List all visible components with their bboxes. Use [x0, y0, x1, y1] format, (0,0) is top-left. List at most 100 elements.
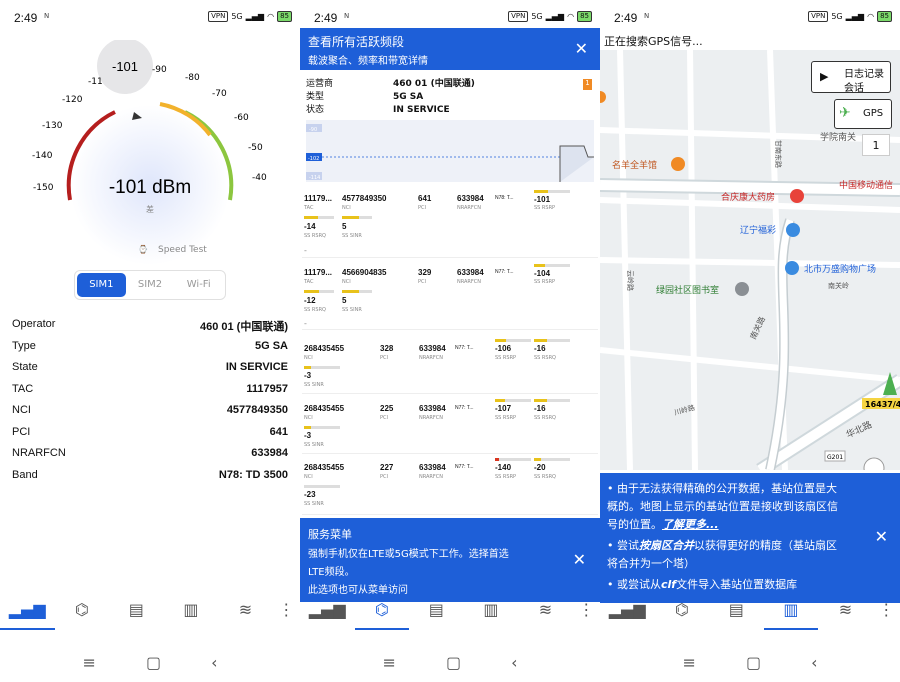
- close-icon[interactable]: ✕: [573, 550, 586, 569]
- info-values: 460 01 (中国联通) 5G SA IN SERVICE: [393, 78, 475, 117]
- lottery-icon[interactable]: [786, 223, 800, 237]
- tab-sim2[interactable]: SIM2: [126, 273, 175, 297]
- speed-test-icon[interactable]: ⌚: [138, 244, 148, 254]
- system-navbar: ≡ ▢ ‹: [300, 642, 600, 682]
- close-icon[interactable]: ✕: [875, 528, 888, 546]
- cell-row[interactable]: 268435455 NCI 225 PCI 633984 NRARFCN N77: T…: [302, 396, 598, 454]
- tower-count[interactable]: 1: [862, 134, 890, 156]
- log-session-button[interactable]: ▶ 日志记录 会话: [811, 61, 891, 94]
- antenna-icon[interactable]: ⌬: [655, 590, 710, 630]
- tab-wifi[interactable]: Wi-Fi: [174, 273, 223, 297]
- label-nci: NCI: [304, 474, 313, 480]
- close-icon[interactable]: ✕: [575, 39, 588, 58]
- clock: 2:49: [314, 11, 338, 25]
- place-label: 北市万盛购物广场: [804, 263, 876, 275]
- map-icon[interactable]: ▥: [763, 590, 819, 630]
- cell-band: N77: T...: [455, 345, 474, 351]
- bands-banner[interactable]: 查看所有活跃频段 载波聚合、频率和带宽详情 ✕: [300, 28, 600, 70]
- recents-icon[interactable]: ≡: [83, 653, 96, 672]
- cell-rsrq: -16: [534, 344, 546, 353]
- home-icon[interactable]: ▢: [446, 653, 461, 672]
- label-rsrp: SS RSRP: [495, 474, 517, 480]
- home-icon[interactable]: ▢: [146, 653, 161, 672]
- rsrq-bar: [304, 216, 334, 219]
- gauge-value: -101 dBm: [109, 177, 191, 198]
- log-label: 日志记录: [844, 69, 884, 80]
- cell-pci: 641: [418, 194, 432, 203]
- learn-more-link[interactable]: 了解更多...: [662, 518, 719, 531]
- label-pci: PCI: [418, 279, 426, 285]
- rsrq-bar: [304, 290, 334, 293]
- info-key: 运营商: [306, 79, 334, 89]
- cell-band: N77: T...: [495, 269, 514, 275]
- battery-icon: 85: [877, 11, 892, 22]
- tick-label: -130: [42, 121, 63, 131]
- cell-rsrp: -104: [534, 269, 551, 278]
- info-banner: • 由于无法获得精确的公开数据，基站位置是大 概的。地图上显示的基站位置是接收到…: [600, 473, 900, 603]
- rsrq-bar: [534, 458, 570, 461]
- cell-row[interactable]: 11179... TAC 4566904835 NCI 329 PCI 633984 N…: [302, 262, 598, 330]
- clipboard-icon[interactable]: ▤: [109, 590, 164, 630]
- recents-icon[interactable]: ≡: [383, 653, 396, 672]
- antenna-icon[interactable]: ⌬: [55, 590, 110, 630]
- merge-sectors-link[interactable]: 按扇区合并: [639, 539, 694, 552]
- tab-sim1[interactable]: SIM1: [77, 273, 126, 297]
- mall-icon[interactable]: [785, 261, 799, 275]
- cell-row[interactable]: 11179... TAC 4577849350 NCI 641 PCI 633984 N…: [302, 190, 598, 258]
- tick-label: -50: [248, 143, 263, 153]
- tick-label: -120: [62, 95, 83, 105]
- rsrq-bar: [534, 339, 570, 342]
- row-operator: Operator 460 01 (中国联通): [12, 318, 288, 334]
- info-value: 5G SA: [393, 92, 424, 102]
- cell-rsrq: -12: [304, 296, 316, 305]
- sinr-bar: [304, 485, 340, 488]
- signal-bars-icon[interactable]: ▂▄▆: [300, 590, 355, 630]
- signal-bars-icon[interactable]: ▂▄▆: [600, 590, 655, 630]
- menu-title: 服务菜单: [308, 528, 352, 541]
- more-icon[interactable]: ⋮: [273, 590, 300, 630]
- signal-history-chart: -90 -102 -114: [306, 120, 594, 182]
- panel-bands: 2:49 N VPN 5G ▂▄▆ ◠ 85 查看所有活跃频段 载波聚合、频率和带宽详情…: [300, 0, 600, 682]
- speed-test-link[interactable]: Speed Test: [158, 245, 207, 255]
- row-key: NCI: [12, 404, 31, 416]
- gps-button[interactable]: ✈ GPS: [834, 99, 892, 129]
- cell-nci: 4566904835: [342, 268, 387, 277]
- cell-rsrp: -101: [534, 195, 551, 204]
- back-icon[interactable]: ‹: [511, 653, 517, 672]
- bottom-nav: ▂▄▆ ⌬ ▤ ▥ ≋ ⋮: [600, 590, 900, 630]
- more-icon[interactable]: ⋮: [573, 590, 600, 630]
- label-rsrp: SS RSRP: [534, 205, 556, 211]
- row-value: 4577849350: [226, 404, 288, 416]
- cell-rsrq: -14: [304, 222, 316, 231]
- map-icon[interactable]: ▥: [164, 590, 219, 630]
- row-value: 641: [269, 426, 288, 438]
- row-key: Band: [12, 469, 38, 481]
- wifi-icon[interactable]: ≋: [218, 590, 273, 630]
- signal-bars-icon[interactable]: ▂▄▆: [0, 590, 55, 630]
- back-icon[interactable]: ‹: [211, 653, 217, 672]
- label-nci: NCI: [304, 415, 313, 421]
- status-bar: 2:49 N VPN 5G ▂▄▆ ◠ 85: [600, 0, 900, 28]
- pharmacy-icon[interactable]: [790, 189, 804, 203]
- banner-title: 查看所有活跃频段: [308, 35, 405, 49]
- label-rsrp: SS RSRP: [534, 279, 556, 285]
- row-value: 5G SA: [254, 340, 288, 352]
- cell-dash: -: [304, 246, 307, 255]
- clipboard-icon[interactable]: ▤: [409, 590, 464, 630]
- tick-label: -70: [212, 89, 227, 99]
- cell-pci: 328: [380, 344, 394, 353]
- wifi-icon[interactable]: ≋: [818, 590, 873, 630]
- cell-row[interactable]: 268435455 NCI 328 PCI 633984 NRARFCN N77: T…: [302, 336, 598, 394]
- library-icon[interactable]: [735, 282, 749, 296]
- tick-label: -60: [234, 113, 249, 123]
- rsrp-bar: [534, 190, 570, 193]
- signal-icon: ▂▄▆: [845, 12, 865, 21]
- clipboard-icon[interactable]: ▤: [709, 590, 764, 630]
- restaurant-icon[interactable]: [671, 157, 685, 171]
- row-value: 1117957: [246, 383, 288, 395]
- cell-row[interactable]: 268435455 NCI 227 PCI 633984 NRARFCN N77: T…: [302, 455, 598, 515]
- map-icon[interactable]: ▥: [464, 590, 519, 630]
- antenna-icon[interactable]: ⌬: [354, 590, 410, 630]
- wifi-icon[interactable]: ≋: [518, 590, 573, 630]
- more-icon[interactable]: ⋮: [873, 590, 900, 630]
